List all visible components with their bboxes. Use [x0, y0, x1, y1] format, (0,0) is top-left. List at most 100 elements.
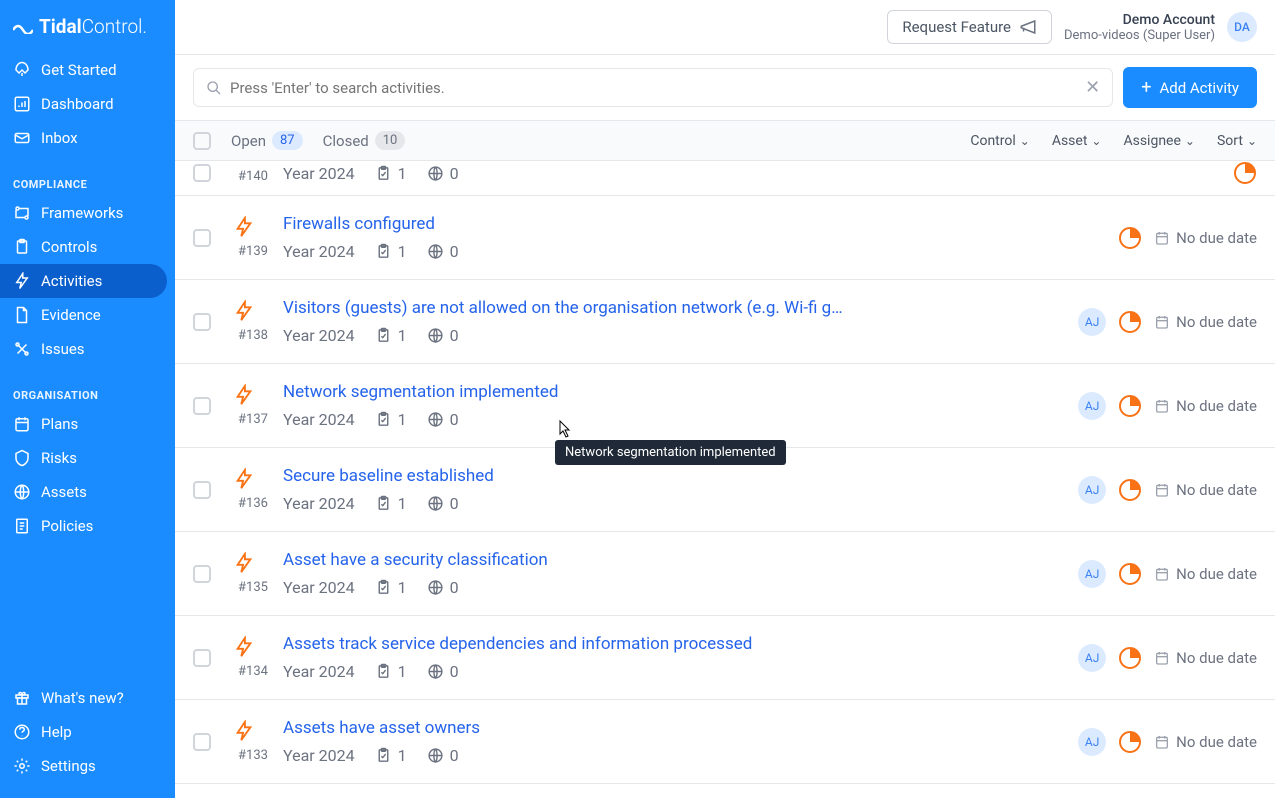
filter-sort[interactable]: Sort⌄: [1217, 133, 1257, 149]
closed-count-badge: 10: [375, 131, 406, 150]
row-title[interactable]: Assets have asset owners: [283, 718, 863, 738]
clipboard-icon: [13, 238, 31, 256]
chevron-down-icon: ⌄: [1091, 134, 1101, 148]
row-checkbox[interactable]: [193, 164, 211, 182]
sidebar-item-assets[interactable]: Assets: [0, 475, 175, 509]
sidebar-item-dashboard[interactable]: Dashboard: [0, 87, 175, 121]
row-title[interactable]: Secure baseline established: [283, 466, 863, 486]
row-meta: Year 2024 1 0: [283, 494, 1078, 513]
sidebar-item-risks[interactable]: Risks: [0, 441, 175, 475]
row-checkbox[interactable]: [193, 733, 211, 751]
row-title[interactable]: Firewalls configured: [283, 214, 863, 234]
logo-light: Control: [82, 15, 143, 38]
select-all-checkbox[interactable]: [193, 132, 211, 150]
lightning-icon: [233, 300, 273, 322]
sidebar-item-plans[interactable]: Plans: [0, 407, 175, 441]
sidebar-item-help[interactable]: Help: [0, 715, 175, 749]
question-icon: [13, 723, 31, 741]
open-count-badge: 87: [272, 131, 303, 150]
filter-control[interactable]: Control⌄: [970, 133, 1029, 149]
row-title[interactable]: Network segmentation implemented: [283, 382, 863, 402]
activity-row[interactable]: #135 Asset have a security classification…: [175, 532, 1275, 616]
activity-row[interactable]: #138Visitors (guests) are not allowed on…: [175, 280, 1275, 364]
logo[interactable]: TidalControl.: [0, 15, 175, 53]
filter-asset[interactable]: Asset⌄: [1052, 133, 1102, 149]
account-info[interactable]: Demo Account Demo-videos (Super User): [1064, 12, 1215, 43]
progress-icon[interactable]: [1118, 226, 1142, 250]
clear-search-icon[interactable]: ✕: [1085, 77, 1100, 98]
globe-icon: [13, 483, 31, 501]
activity-row[interactable]: #140Year 2024 1 0: [175, 161, 1275, 196]
filter-assignee[interactable]: Assignee⌄: [1123, 133, 1195, 149]
row-checkbox[interactable]: [193, 649, 211, 667]
progress-icon[interactable]: [1118, 478, 1142, 502]
sidebar-item-inbox[interactable]: Inbox: [0, 121, 175, 155]
row-checkbox[interactable]: [193, 481, 211, 499]
sidebar-item-settings[interactable]: Settings: [0, 749, 175, 783]
row-id: #136: [233, 496, 273, 511]
account-avatar[interactable]: DA: [1227, 12, 1257, 42]
add-activity-button[interactable]: + Add Activity: [1123, 67, 1257, 108]
progress-icon[interactable]: [1118, 310, 1142, 334]
assignee-avatar[interactable]: AJ: [1078, 392, 1106, 420]
activity-row[interactable]: #137Network segmentation implementedYear…: [175, 364, 1275, 448]
sidebar-item-controls[interactable]: Controls: [0, 230, 175, 264]
request-feature-button[interactable]: Request Feature: [887, 10, 1052, 44]
search-input[interactable]: [230, 79, 1085, 97]
progress-icon[interactable]: [1118, 730, 1142, 754]
row-title[interactable]: Visitors (guests) are not allowed on the…: [283, 298, 863, 318]
sidebar-item-label: What's new?: [41, 689, 124, 707]
assignee-avatar[interactable]: AJ: [1078, 560, 1106, 588]
activity-row[interactable]: #134Assets track service dependencies an…: [175, 616, 1275, 700]
activity-row[interactable]: #139Firewalls configuredYear 2024 1 0No …: [175, 196, 1275, 280]
progress-icon[interactable]: [1233, 161, 1257, 185]
assignee-avatar[interactable]: AJ: [1078, 308, 1106, 336]
due-date[interactable]: No due date: [1154, 313, 1257, 331]
assignee-avatar[interactable]: AJ: [1078, 644, 1106, 672]
sidebar-item-activities[interactable]: Activities: [0, 264, 167, 298]
search-icon: [206, 80, 222, 96]
progress-icon[interactable]: [1118, 394, 1142, 418]
sidebar-item-policies[interactable]: Policies: [0, 509, 175, 543]
sidebar-item-frameworks[interactable]: Frameworks: [0, 196, 175, 230]
activity-row[interactable]: #133Assets have asset ownersYear 2024 1 …: [175, 700, 1275, 784]
row-icon-col: #135: [233, 552, 273, 595]
progress-icon[interactable]: [1118, 646, 1142, 670]
row-right: AJ No due date: [1078, 476, 1257, 504]
sidebar-item-label: Policies: [41, 517, 93, 535]
due-date[interactable]: No due date: [1154, 229, 1257, 247]
row-title[interactable]: Assets track service dependencies and in…: [283, 634, 863, 654]
row-content: Firewalls configuredYear 2024 1 0: [283, 214, 1118, 261]
row-checkbox[interactable]: [193, 313, 211, 331]
row-checkbox[interactable]: [193, 397, 211, 415]
progress-icon[interactable]: [1118, 562, 1142, 586]
row-id: #137: [233, 412, 273, 427]
row-right: AJ No due date: [1078, 728, 1257, 756]
due-date[interactable]: No due date: [1154, 397, 1257, 415]
sidebar-item-evidence[interactable]: Evidence: [0, 298, 175, 332]
row-checkbox[interactable]: [193, 565, 211, 583]
assignee-avatar[interactable]: AJ: [1078, 476, 1106, 504]
row-checkbox[interactable]: [193, 229, 211, 247]
due-date[interactable]: No due date: [1154, 733, 1257, 751]
search-box[interactable]: ✕: [193, 68, 1113, 107]
row-id: #133: [233, 748, 273, 763]
sidebar-item-label: Dashboard: [41, 95, 114, 113]
row-title[interactable]: Asset have a security classification: [283, 550, 863, 570]
topbar: Request Feature Demo Account Demo-videos…: [175, 0, 1275, 55]
row-year: Year 2024: [283, 242, 355, 261]
tab-closed[interactable]: Closed 10: [323, 131, 406, 150]
tab-open-label: Open: [231, 132, 266, 150]
assignee-avatar[interactable]: AJ: [1078, 728, 1106, 756]
sidebar-item-get-started[interactable]: Get Started: [0, 53, 175, 87]
due-date[interactable]: No due date: [1154, 649, 1257, 667]
tab-open[interactable]: Open 87: [231, 131, 303, 150]
sidebar-item-what-s-new-[interactable]: What's new?: [0, 681, 175, 715]
gift-icon: [13, 689, 31, 707]
chart-icon: [13, 95, 31, 113]
due-date[interactable]: No due date: [1154, 481, 1257, 499]
sidebar-item-issues[interactable]: Issues: [0, 332, 175, 366]
activity-list[interactable]: #140Year 2024 1 0#139Firewalls configure…: [175, 161, 1275, 798]
due-date[interactable]: No due date: [1154, 565, 1257, 583]
flow-icon: [13, 204, 31, 222]
